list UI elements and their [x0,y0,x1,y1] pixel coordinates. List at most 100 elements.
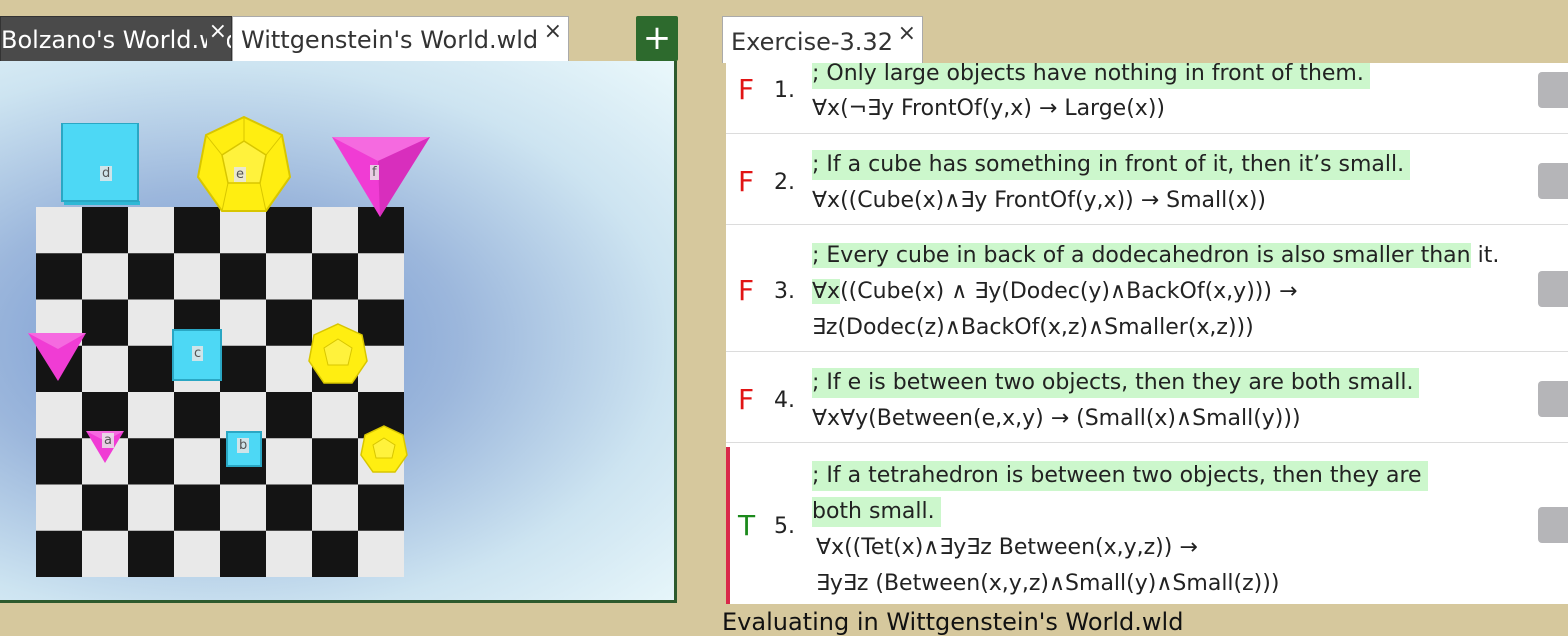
dodec-small[interactable] [360,425,408,473]
board-square [266,253,313,300]
sentence-formula-line: ∀x((Cube(x) ∧ ∃y(Dodec(y)∧BackOf(x,y))) … [812,277,1297,307]
sentence-row-selected[interactable]: T 5. ; If a tetrahedron is between two o… [726,447,1568,604]
board-square [82,530,129,577]
board-square [36,392,83,439]
board-square [312,530,359,577]
world-canvas[interactable]: d e f c a b [0,61,677,603]
sentence-comment-line: ; Every cube in back of a dodecahedron i… [812,241,1499,271]
board-square [312,438,359,485]
board-square [358,253,404,300]
board-square [36,253,83,300]
sentence-formula: ∃y∃z (Between(x,y,z)∧Small(y)∧Small(z))) [816,571,1280,596]
sentence-row[interactable]: F 2. ; If a cube has something in front … [726,134,1568,225]
board-square [174,484,221,532]
tab-label: Bolzano's World.wld [1,26,232,54]
truth-value: T [738,509,756,542]
board-square [220,345,267,393]
sentence-formula: ∀x((Cube(x)∧∃y FrontOf(y,x)) → Small(x)) [812,188,1267,213]
board-square [36,207,83,254]
sentence-number: 5. [774,514,795,539]
board-square [36,484,83,532]
truth-value: F [738,274,755,307]
sentence-formula: ((Cube(x) ∧ ∃y(Dodec(y)∧BackOf(x,y))) → [840,279,1298,304]
board-square [82,207,129,254]
object-label: b [237,438,250,453]
evaluate-button[interactable] [1538,72,1568,108]
cube-c[interactable]: c [172,329,222,381]
sentence-number: 4. [774,388,795,413]
sentence-comment: ; Every cube in back of a dodecahedron i… [812,243,1471,268]
sentence-formula: ∀x((Tet(x)∧∃y∃z Between(x,y,z)) → [816,535,1198,560]
board-square [312,392,359,439]
tet-medium[interactable] [28,331,88,383]
sentence-formula: ∀x(¬∃y FrontOf(y,x) → Large(x)) [812,96,1165,121]
close-icon[interactable]: × [206,17,227,53]
tetrahedron-icon [332,137,430,217]
board-square [266,484,313,532]
board-square [358,484,404,532]
dodecahedron-icon [308,323,368,384]
board-square [36,438,83,485]
tab-exercise[interactable]: Exercise-3.32 × [722,16,923,63]
tet-a[interactable]: a [86,429,126,465]
sentence-number: 1. [774,78,795,103]
status-text: Evaluating in Wittgenstein's World.wld [722,608,1184,636]
chessboard [36,207,404,577]
board-square [82,253,129,300]
cube-b[interactable]: b [226,431,262,467]
sentence-row[interactable]: F 3. ; Every cube in back of a dodecahed… [726,225,1568,352]
board-square [266,392,313,439]
object-label: d [100,166,113,181]
board-square [220,253,267,300]
tetrahedron-icon [28,333,86,381]
sentence-comment-tail: it. [1477,243,1500,268]
tab-label: Wittgenstein's World.wld [241,26,539,54]
board-square [128,253,175,300]
sentence-row[interactable]: F 4. ; If e is between two objects, then… [726,352,1568,443]
sentence-comment: ; Only large objects have nothing in fro… [812,63,1370,89]
object-label: f [370,165,379,180]
formula-quantifier: ∀x [812,279,841,304]
sentence-formula: ∃z(Dodec(z)∧BackOf(x,z)∧Smaller(x,z))) [812,315,1254,340]
object-label: e [234,167,246,182]
board-square [174,530,221,577]
truth-value: F [738,165,755,198]
evaluate-button[interactable] [1538,271,1568,307]
evaluate-button[interactable] [1538,381,1568,417]
cube-d[interactable]: d [60,122,142,207]
board-square [128,207,175,254]
object-label: a [102,433,114,448]
sentence-formula: ∀x∀y(Between(e,x,y) → (Small(x)∧Small(y)… [812,406,1301,431]
board-square [128,530,175,577]
board-square [220,530,267,577]
sentence-comment: ; If e is between two objects, then they… [812,368,1420,398]
tab-wittgensteins-world[interactable]: Wittgenstein's World.wld × [232,16,569,61]
board-square [128,345,175,393]
sentence-comment: both small. [812,497,941,527]
board-square [266,438,313,485]
truth-value: F [738,73,755,106]
board-square [266,530,313,577]
sentence-number: 3. [774,279,795,304]
close-icon[interactable]: × [544,17,562,53]
board-square [36,530,83,577]
evaluate-button[interactable] [1538,507,1568,543]
sentence-number: 2. [774,170,795,195]
sentence-list: F 1. ; Only large objects have nothing i… [726,63,1568,604]
dodecahedron-icon [360,425,408,473]
sentence-row[interactable]: F 1. ; Only large objects have nothing i… [726,63,1568,134]
object-label: c [192,346,204,361]
tab-bolzanos-world[interactable]: Bolzano's World.wld × [0,16,232,61]
board-square [266,299,313,347]
evaluate-button[interactable] [1538,163,1568,199]
board-square [312,253,359,300]
board-square [128,484,175,532]
add-world-button[interactable]: + [636,16,678,61]
close-icon[interactable]: × [898,11,916,57]
tab-label: Exercise-3.32 [731,28,893,56]
dodec-e[interactable]: e [196,115,292,215]
tet-f[interactable]: f [332,135,432,219]
dodec-medium[interactable] [308,323,368,385]
truth-value: F [738,383,755,416]
board-square [174,392,221,439]
